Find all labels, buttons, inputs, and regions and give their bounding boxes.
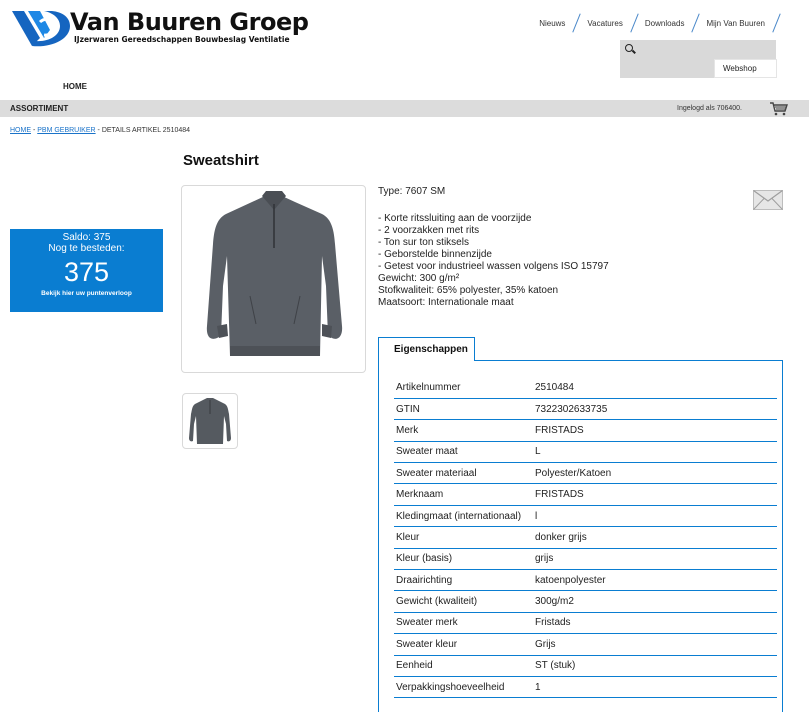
table-row: Gewicht (kwaliteit) 300g/m2 bbox=[394, 590, 777, 613]
nav-separator bbox=[771, 12, 781, 34]
home-link[interactable]: HOME bbox=[63, 82, 87, 91]
table-row: Kleur (basis) grijs bbox=[394, 548, 777, 571]
property-value: Polyester/Katoen bbox=[533, 462, 777, 485]
logo[interactable]: Van Buuren Groep IJzerwaren Gereedschapp… bbox=[10, 8, 309, 47]
property-value: ST (stuk) bbox=[533, 655, 777, 677]
property-name: Kledingmaat (internationaal) bbox=[394, 505, 533, 528]
table-row: Artikelnummer 2510484 bbox=[394, 377, 777, 399]
nav-separator bbox=[629, 12, 639, 34]
property-value: 2510484 bbox=[533, 377, 777, 399]
search-icon[interactable] bbox=[624, 43, 636, 55]
breadcrumb-pbm-gebruiker[interactable]: PBM GEBRUIKER bbox=[37, 127, 95, 134]
sweatshirt-image bbox=[206, 191, 343, 356]
table-row: GTIN 7322302633735 bbox=[394, 398, 777, 421]
property-name: Sweater maat bbox=[394, 441, 533, 464]
feature-line: - Geborstelde binnenzijde bbox=[378, 249, 492, 260]
nav-link-vacatures[interactable]: Vacatures bbox=[581, 19, 628, 28]
property-name: Kleur bbox=[394, 526, 533, 549]
property-name: Eenheid bbox=[394, 655, 533, 677]
property-value: l bbox=[533, 505, 777, 528]
property-name: Verpakkingshoeveelheid bbox=[394, 676, 533, 699]
property-value: 300g/m2 bbox=[533, 590, 777, 613]
product-image[interactable] bbox=[181, 185, 366, 373]
property-name: Draairichting bbox=[394, 569, 533, 592]
saldo-amount: 375 bbox=[63, 257, 110, 287]
logged-in-status: Ingelogd als 706400. bbox=[677, 105, 742, 112]
product-thumbnail[interactable] bbox=[182, 393, 238, 449]
tab-eigenschappen[interactable]: Eigenschappen bbox=[378, 337, 475, 361]
property-name: GTIN bbox=[394, 398, 533, 421]
property-name: Gewicht (kwaliteit) bbox=[394, 590, 533, 613]
breadcrumb-current: DETAILS ARTIKEL 2510484 bbox=[101, 127, 191, 134]
product-type: Type: 7607 SM bbox=[378, 186, 446, 197]
product-description: Type: 7607 SM - Korte ritssluiting aan d… bbox=[378, 186, 678, 309]
table-row: Eenheid ST (stuk) bbox=[394, 655, 777, 677]
table-row: Merknaam FRISTADS bbox=[394, 483, 777, 506]
saldo-remaining-label: Nog te besteden: bbox=[48, 243, 125, 254]
nav-link-mijn-van-buuren[interactable]: Mijn Van Buuren bbox=[700, 19, 771, 28]
feature-line: - Ton sur ton stiksels bbox=[378, 237, 469, 248]
property-value: FRISTADS bbox=[533, 483, 777, 506]
table-row: Draairichting katoenpolyester bbox=[394, 569, 777, 592]
breadcrumb-home[interactable]: HOME bbox=[10, 127, 31, 134]
property-name: Merk bbox=[394, 419, 533, 442]
brand-tagline: IJzerwaren Gereedschappen Bouwbeslag Ven… bbox=[74, 35, 290, 44]
nav-link-nieuws[interactable]: Nieuws bbox=[533, 19, 571, 28]
table-row: Sweater merk Fristads bbox=[394, 612, 777, 635]
property-name: Sweater merk bbox=[394, 612, 533, 635]
feature-line: Gewicht: 300 g/m² bbox=[378, 273, 460, 284]
saldo-label: Saldo: 375 bbox=[62, 232, 111, 243]
property-value: Grijs bbox=[533, 633, 777, 656]
property-value: FRISTADS bbox=[533, 419, 777, 442]
table-row: Sweater materiaal Polyester/Katoen bbox=[394, 462, 777, 485]
table-row: Kledingmaat (internationaal) l bbox=[394, 505, 777, 528]
page-title: Sweatshirt bbox=[183, 152, 259, 169]
feature-line: - Korte ritssluiting aan de voorzijde bbox=[378, 213, 532, 224]
points-history-link[interactable]: Bekijk hier uw puntenverloop bbox=[10, 290, 163, 297]
brand-name: Van Buuren Groep bbox=[70, 8, 309, 36]
feature-line: Maatsoort: Internationale maat bbox=[378, 297, 514, 308]
feature-line: Stofkwaliteit: 65% polyester, 35% katoen bbox=[378, 285, 559, 296]
webshop-button[interactable]: Webshop bbox=[714, 59, 777, 78]
property-name: Merknaam bbox=[394, 483, 533, 506]
property-name: Sweater kleur bbox=[394, 633, 533, 656]
cart-icon[interactable] bbox=[770, 101, 788, 116]
property-name: Kleur (basis) bbox=[394, 548, 533, 571]
property-value: 7322302633735 bbox=[533, 398, 777, 421]
sweatshirt-thumbnail-image bbox=[189, 398, 231, 444]
property-name: Sweater materiaal bbox=[394, 462, 533, 485]
property-value: L bbox=[533, 441, 777, 464]
property-value: katoenpolyester bbox=[533, 569, 777, 592]
table-row: Merk FRISTADS bbox=[394, 419, 777, 442]
menu-bar: ASSORTIMENT Ingelogd als 706400. bbox=[0, 100, 809, 117]
property-value: Fristads bbox=[533, 612, 777, 635]
search-input[interactable] bbox=[640, 42, 770, 56]
properties-table: Artikelnummer 2510484 GTIN 7322302633735 M… bbox=[394, 377, 777, 699]
breadcrumb: HOME - PBM GEBRUIKER - DETAILS ARTIKEL 2… bbox=[10, 127, 190, 134]
table-row: Sweater kleur Grijs bbox=[394, 633, 777, 656]
feature-line: - Getest voor industrieel wassen volgens… bbox=[378, 261, 609, 272]
property-value: grijs bbox=[533, 548, 777, 571]
feature-line: - 2 voorzakken met rits bbox=[378, 225, 480, 236]
nav-link-downloads[interactable]: Downloads bbox=[639, 19, 691, 28]
mail-icon[interactable] bbox=[753, 190, 783, 210]
property-value: donker grijs bbox=[533, 526, 777, 549]
property-value: 1 bbox=[533, 676, 777, 699]
nav-separator bbox=[571, 12, 581, 34]
nav-separator bbox=[690, 12, 700, 34]
logo-icon bbox=[12, 11, 70, 47]
saldo-box[interactable]: Saldo: 375 Nog te besteden: 375 Bekijk h… bbox=[10, 229, 163, 312]
property-name: Artikelnummer bbox=[394, 377, 533, 399]
top-navigation: Nieuws Vacatures Downloads Mijn Van Buur… bbox=[533, 12, 781, 34]
table-row: Sweater maat L bbox=[394, 441, 777, 464]
table-row: Kleur donker grijs bbox=[394, 526, 777, 549]
table-row: Verpakkingshoeveelheid 1 bbox=[394, 676, 777, 699]
assortiment-menu[interactable]: ASSORTIMENT bbox=[10, 104, 68, 113]
